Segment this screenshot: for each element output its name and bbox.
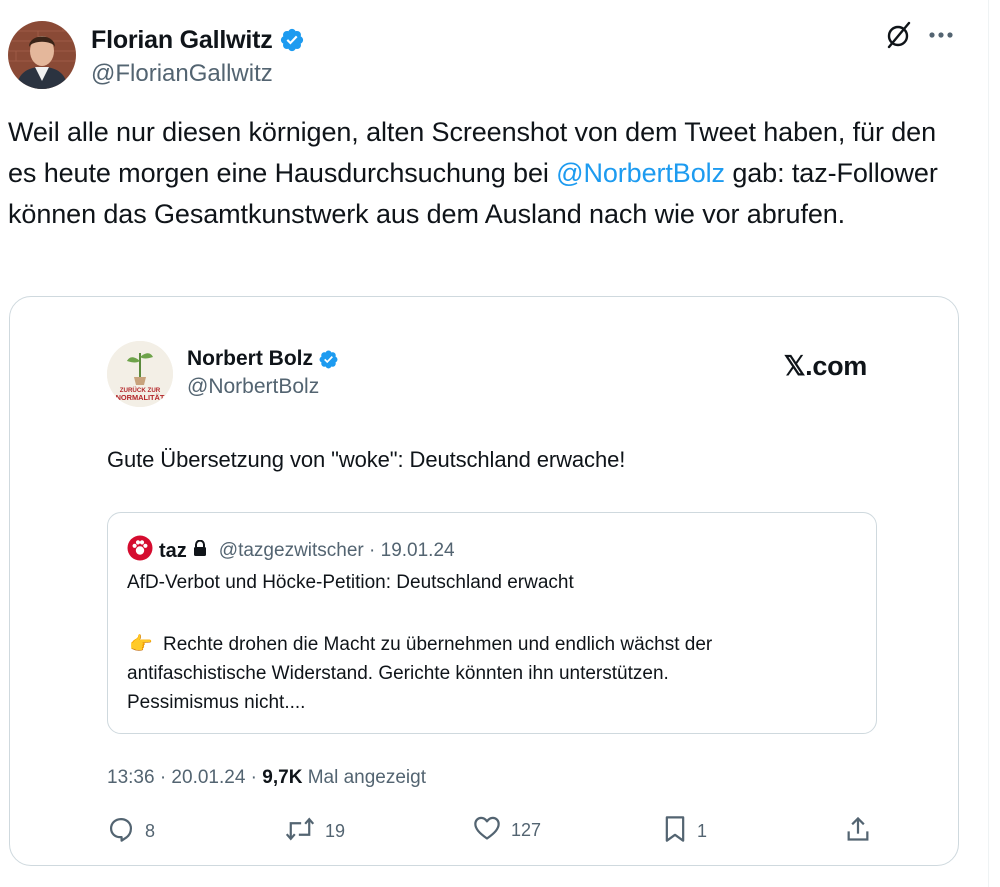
quoted-name: taz — [159, 539, 187, 562]
quoted-title: AfD-Verbot und Höcke-Petition: Deutschla… — [127, 572, 574, 593]
author-display-name[interactable]: Florian Gallwitz — [91, 26, 273, 55]
embedded-avatar: ZURÜCK ZUR NORMALITÄT — [107, 341, 173, 407]
author-handle[interactable]: @FlorianGallwitz — [91, 60, 273, 88]
action-bar: 8 19 127 1 — [107, 815, 877, 851]
verified-badge-icon[interactable] — [279, 27, 305, 53]
header-actions — [884, 20, 954, 50]
attached-image-card[interactable]: ZURÜCK ZUR NORMALITÄT Norbert Bolz @Norb… — [9, 296, 959, 866]
bookmark-icon — [663, 815, 687, 848]
like-count: 127 — [511, 820, 542, 840]
share-icon — [845, 815, 871, 848]
like-action: 127 — [473, 815, 541, 846]
timestamp-views: 13:36 · 20.01.24 · 9,7K Mal angezeigt — [107, 767, 426, 789]
grok-icon[interactable] — [884, 20, 914, 50]
reply-action: 8 — [107, 815, 155, 848]
site-label: 𝕏.com — [783, 351, 868, 381]
embedded-display-name: Norbert Bolz — [187, 347, 313, 370]
quoted-body-line-3: Pessimismus nicht.... — [127, 692, 306, 713]
tweet-text: Weil alle nur diesen körnigen, alten Scr… — [8, 112, 968, 235]
pointing-hand-emoji: 👉 — [129, 634, 153, 655]
quoted-body-line-1: Rechte drohen die Macht zu übernehmen un… — [163, 634, 713, 655]
quoted-header: taz @tazgezwitscher · 19.01.24 — [127, 535, 455, 567]
more-icon[interactable] — [928, 30, 954, 40]
embedded-name-row: Norbert Bolz — [187, 347, 339, 371]
taz-logo-icon — [127, 535, 153, 567]
quoted-body-line-2: antifaschistische Widerstand. Gerichte k… — [127, 663, 669, 684]
bookmark-action: 1 — [663, 815, 707, 848]
timestamp: 13:36 · 20.01.24 · — [107, 767, 263, 788]
avatar-slogan-2: NORMALITÄT — [116, 393, 165, 402]
share-action — [845, 815, 871, 848]
repost-icon — [285, 815, 315, 848]
embedded-handle: @NorbertBolz — [187, 375, 320, 398]
embedded-tweet: ZURÜCK ZUR NORMALITÄT Norbert Bolz @Norb… — [107, 337, 877, 857]
mention-link[interactable]: @NorbertBolz — [556, 158, 725, 188]
like-icon — [473, 815, 501, 846]
repost-count: 19 — [325, 821, 346, 841]
reply-count: 8 — [145, 821, 156, 841]
bookmark-count: 1 — [697, 821, 708, 841]
embedded-text: Gute Übersetzung von "woke": Deutschland… — [107, 447, 626, 472]
quoted-meta: @tazgezwitscher · 19.01.24 — [218, 540, 455, 561]
verified-badge-icon — [318, 349, 339, 370]
views-label: Mal angezeigt — [302, 767, 426, 788]
views-count: 9,7K — [262, 767, 303, 788]
quoted-body: 👉 Rechte drohen die Macht zu übernehmen u… — [127, 630, 867, 717]
author-name-row: Florian Gallwitz — [91, 23, 305, 57]
quoted-tweet: taz @tazgezwitscher · 19.01.24 AfD-Verbo… — [107, 512, 877, 734]
lock-icon — [193, 539, 207, 562]
author-avatar[interactable] — [8, 21, 76, 89]
column-divider — [988, 0, 989, 887]
reply-icon — [107, 815, 135, 848]
repost-action: 19 — [285, 815, 345, 848]
